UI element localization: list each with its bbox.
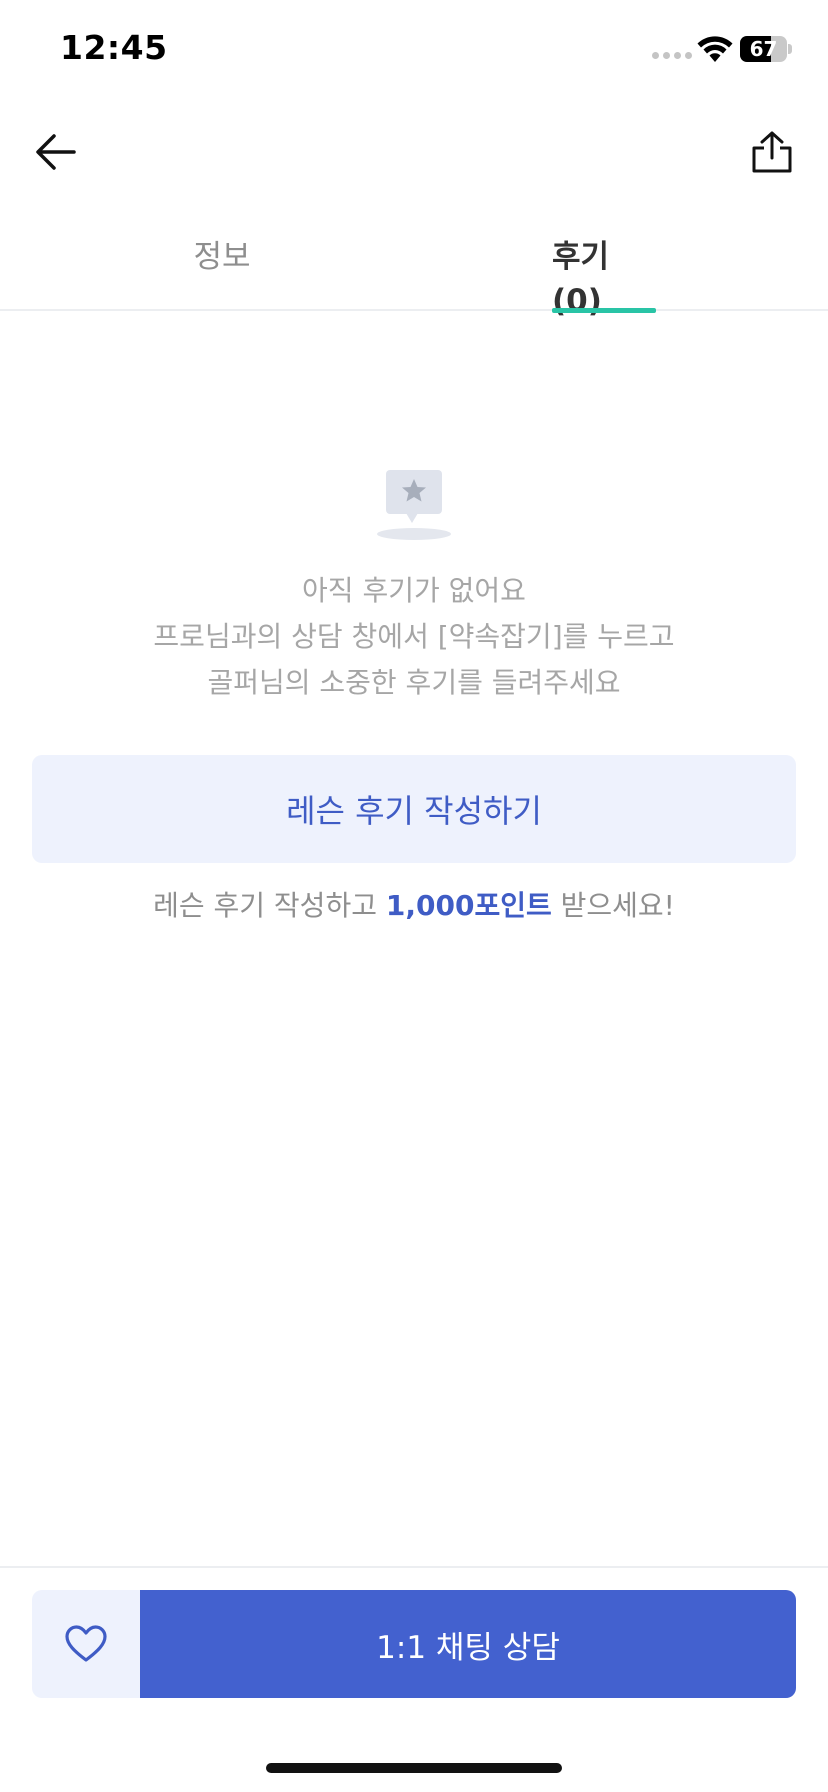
tab-reviews[interactable]: 후기(0) — [552, 215, 656, 319]
tab-bar: 정보 후기(0) — [0, 215, 828, 319]
empty-state-line: 골퍼님의 소중한 후기를 들려주세요 — [207, 666, 621, 699]
battery-icon: 67 — [740, 36, 792, 62]
status-bar: 12:45 67 — [0, 0, 828, 100]
chat-consult-button[interactable]: 1:1 채팅 상담 — [140, 1590, 796, 1698]
write-review-button[interactable]: 레슨 후기 작성하기 — [32, 755, 796, 863]
tab-reviews-label: 후기(0) — [552, 239, 610, 319]
like-button[interactable] — [32, 1590, 140, 1698]
wifi-icon — [697, 36, 733, 62]
home-indicator — [266, 1763, 562, 1773]
status-time: 12:45 — [60, 28, 168, 67]
share-icon — [752, 131, 792, 173]
chat-consult-label: 1:1 채팅 상담 — [376, 1629, 560, 1666]
share-button[interactable] — [744, 124, 800, 180]
bottom-divider — [0, 1566, 828, 1568]
active-tab-indicator — [552, 308, 656, 313]
arrow-left-icon — [36, 134, 76, 170]
reward-points: 1,000포인트 — [385, 889, 552, 922]
reward-suffix: 받으세요! — [551, 889, 675, 922]
reward-prefix: 레슨 후기 작성하고 — [153, 889, 386, 922]
empty-state-line: 아직 후기가 없어요 — [302, 574, 526, 607]
reward-message: 레슨 후기 작성하고 1,000포인트 받으세요! — [0, 884, 828, 928]
review-star-bubble-icon — [377, 470, 451, 540]
heart-icon — [65, 1625, 107, 1662]
tab-info[interactable]: 정보 — [0, 215, 444, 311]
empty-state-line: 프로님과의 상담 창에서 [약속잡기]를 누르고 — [153, 620, 675, 653]
tab-info-label: 정보 — [193, 239, 251, 275]
battery-percentage: 67 — [749, 37, 778, 61]
back-button[interactable] — [28, 124, 84, 180]
empty-state-message: 아직 후기가 없어요 프로님과의 상담 창에서 [약속잡기]를 누르고 골퍼님의… — [0, 568, 828, 706]
write-review-label: 레슨 후기 작성하기 — [286, 792, 542, 830]
cellular-signal-icon — [652, 52, 692, 59]
